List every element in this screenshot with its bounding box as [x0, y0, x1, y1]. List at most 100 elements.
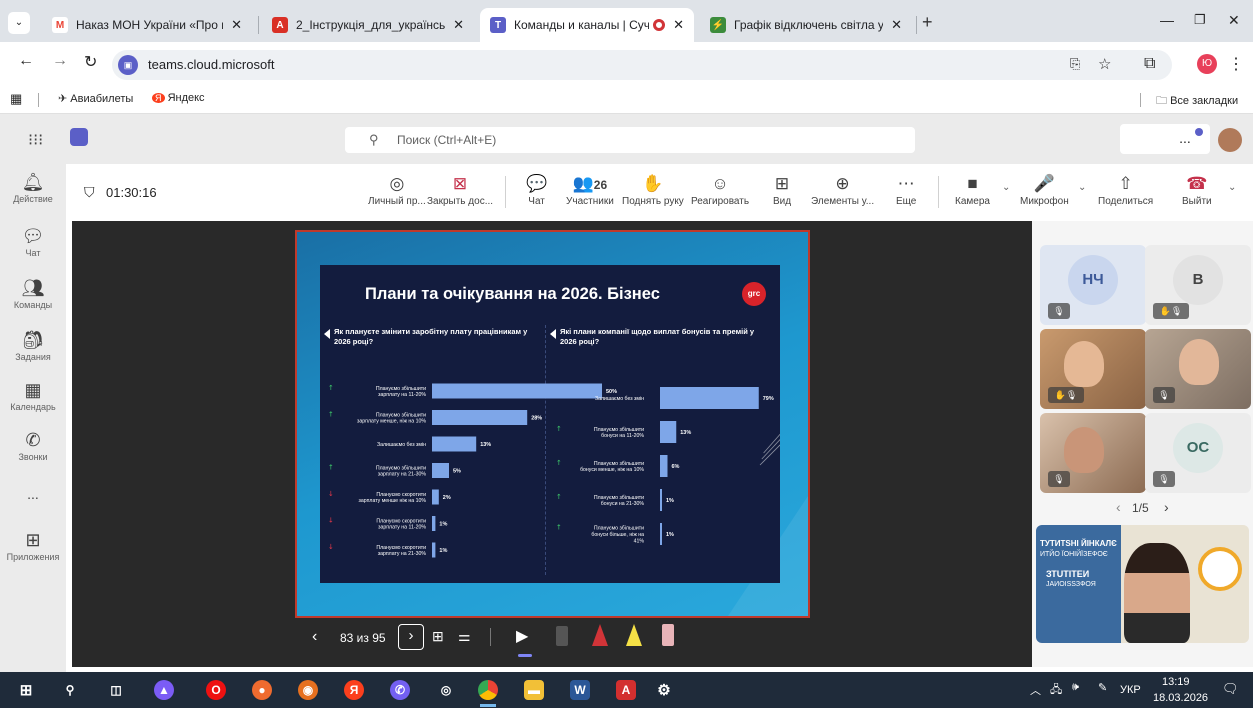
apps-grid-icon[interactable]: ▦ [10, 91, 22, 107]
tab-search-button[interactable]: ⌄ [8, 12, 30, 34]
network-icon[interactable]: 🖧 [1050, 681, 1062, 700]
apps-button[interactable]: ⊕ Элементы у... [811, 172, 874, 207]
tab-teams[interactable]: T Команды и каналы | Сучас ✕ [480, 8, 694, 42]
close-icon[interactable]: ✕ [673, 17, 684, 33]
highlighter-icon[interactable] [626, 624, 642, 646]
participant-tile[interactable]: В ✋🎙︎ [1145, 245, 1251, 325]
react-button[interactable]: ☺ Реагировать [691, 172, 749, 207]
rail-apps[interactable]: ⊞ Приложения [0, 528, 66, 562]
camera-options-chevron-icon[interactable]: ⌄ [1002, 182, 1010, 193]
presenter-video-tile[interactable]: ТУТИТЅНІ ЙІНКАЛЄ ИТЙО ЇОНІЙЇЗЕФОЄ ЗТUTIT… [1036, 525, 1249, 643]
rail-more[interactable]: ... [0, 482, 66, 506]
new-tab-button[interactable]: + [922, 12, 933, 33]
bar [432, 542, 436, 558]
chrome-icon[interactable] [478, 680, 498, 700]
bookmark-flights[interactable]: ✈ Авиабилеты [58, 92, 133, 105]
red-pen-icon[interactable] [592, 624, 608, 646]
app-launcher-icon[interactable]: ⁝⁝⁝ [28, 130, 43, 150]
settings-gear-icon[interactable]: ⚙ [654, 680, 674, 700]
back-icon[interactable]: ← [18, 52, 34, 70]
chrome-alt-icon[interactable]: ● [252, 680, 272, 700]
leave-options-chevron-icon[interactable]: ⌄ [1228, 182, 1236, 193]
gallery-next-icon[interactable]: › [1164, 499, 1169, 515]
close-icon[interactable]: ✕ [231, 17, 242, 33]
restore-icon[interactable]: ❐ [1194, 12, 1206, 28]
rail-chat[interactable]: 💬︎ Чат [0, 224, 66, 258]
gallery-prev-icon[interactable]: ‹ [1116, 499, 1121, 515]
tab-instruction-pdf[interactable]: A 2_Інструкція_для_українського ✕ [262, 8, 474, 42]
eraser-icon[interactable] [662, 624, 674, 646]
viber-icon[interactable]: ✆ [390, 680, 410, 700]
mic-button[interactable]: 🎤 Микрофон [1020, 172, 1069, 207]
pen-icon[interactable] [556, 626, 568, 646]
more-actions-button[interactable]: ⋯ Еще [896, 172, 916, 207]
stop-sharing-button[interactable]: ⊠ Закрыть дос... [427, 172, 493, 207]
rail-calls[interactable]: ✆ Звонки [0, 428, 66, 462]
task-view-icon[interactable]: ◫ [106, 680, 126, 700]
search-input[interactable]: ⚲ Поиск (Ctrl+Alt+E) [345, 127, 915, 153]
share-button[interactable]: ⇧ Поделиться [1098, 172, 1153, 207]
opera-icon[interactable]: O [206, 680, 226, 700]
grid-view-icon[interactable]: ⊞ [432, 628, 444, 645]
bookmark-star-icon[interactable]: ☆ [1098, 55, 1111, 73]
profile-avatar[interactable]: Ю [1197, 54, 1217, 74]
search-icon[interactable]: ⚲ [60, 680, 80, 700]
extensions-icon[interactable]: ⧉ [1144, 55, 1155, 73]
rail-activity[interactable]: 🔔︎ Действие [0, 170, 66, 204]
mic-options-chevron-icon[interactable]: ⌄ [1078, 182, 1086, 193]
firefox-icon[interactable]: ◉ [298, 680, 318, 700]
start-windows-icon[interactable]: ⊞ [16, 680, 36, 700]
more-icon: ⋯ [897, 174, 915, 193]
forward-icon[interactable]: → [52, 52, 68, 70]
file-explorer-icon[interactable]: ▬ [524, 680, 544, 700]
acrobat-icon[interactable]: A [616, 680, 636, 700]
rail-calendar[interactable]: ▦ Календарь [0, 378, 66, 412]
participant-tile[interactable]: 🎙︎ [1145, 329, 1251, 409]
leave-button[interactable]: ☎ Выйти [1182, 172, 1212, 207]
participant-tile[interactable]: ОС 🎙︎ [1145, 413, 1251, 493]
word-icon[interactable]: W [570, 680, 590, 700]
gmail-icon: M [52, 17, 68, 33]
site-info-icon[interactable]: ▣ [118, 55, 138, 75]
all-bookmarks[interactable]: 🗀 Все закладки [1156, 92, 1238, 111]
participant-tile[interactable]: НЧ 🎙︎ [1040, 245, 1146, 325]
clock-time[interactable]: 13:19 [1162, 676, 1190, 688]
tab-power-outage[interactable]: ⚡ Графік відключень світла у Ль ✕ [700, 8, 912, 42]
pen-workspace-icon[interactable]: ✎ [1098, 681, 1107, 694]
close-window-icon[interactable]: ✕ [1228, 12, 1240, 29]
pointer-tool-icon[interactable]: ▶ [516, 626, 528, 646]
participants-button[interactable]: 👥26 Участники [566, 172, 614, 207]
alice-icon[interactable]: ▲ [154, 680, 174, 700]
raise-hand-button[interactable]: ✋ Поднять руку [622, 172, 684, 207]
previous-slide-button[interactable]: ‹ [312, 628, 317, 646]
chat-button[interactable]: 💬 Чат [526, 172, 547, 207]
minimize-icon[interactable]: — [1160, 12, 1174, 28]
participant-tile[interactable]: ✋🎙︎ [1040, 329, 1146, 409]
browser-menu-icon[interactable]: ⋮ [1228, 54, 1244, 74]
view-button[interactable]: ⊞ Вид [773, 172, 791, 207]
yandex-browser-icon[interactable]: Я [344, 680, 364, 700]
system-tray-chevron-icon[interactable]: ︿ [1030, 682, 1041, 698]
tab-title: 2_Інструкція_для_українського [296, 18, 446, 32]
bar-value: 13% [680, 430, 691, 436]
media-icon[interactable]: ◎ [436, 680, 456, 700]
close-icon[interactable]: ✕ [453, 17, 464, 33]
tab-moe-order[interactable]: M Наказ МОН України «Про вне ✕ [42, 8, 252, 42]
bookmark-yandex[interactable]: Я Яндекс [152, 92, 205, 104]
settings-sliders-icon[interactable]: ⚌ [458, 628, 471, 645]
rail-teams[interactable]: 👥︎ Команды [0, 276, 66, 310]
address-bar[interactable]: ▣ teams.cloud.microsoft ⎘ ☆ [112, 50, 1172, 80]
rail-assignments[interactable]: 🎒︎ Задания [0, 328, 66, 362]
install-app-icon[interactable]: ⎘ [1070, 56, 1080, 72]
camera-button[interactable]: ■ Камера [955, 172, 990, 207]
next-slide-button[interactable]: › [398, 624, 424, 650]
private-view-button[interactable]: ◎ Личный пр... [368, 172, 426, 207]
participant-tile[interactable]: 🎙︎ [1040, 413, 1146, 493]
user-avatar[interactable] [1218, 128, 1242, 152]
language-indicator[interactable]: УКР [1120, 684, 1141, 696]
close-icon[interactable]: ✕ [891, 17, 902, 33]
notifications-icon[interactable]: 🗨 [1222, 681, 1239, 697]
volume-icon[interactable]: 🕪 [1072, 681, 1079, 694]
reload-icon[interactable]: ↻ [84, 52, 97, 72]
clock-date[interactable]: 18.03.2026 [1153, 692, 1208, 704]
